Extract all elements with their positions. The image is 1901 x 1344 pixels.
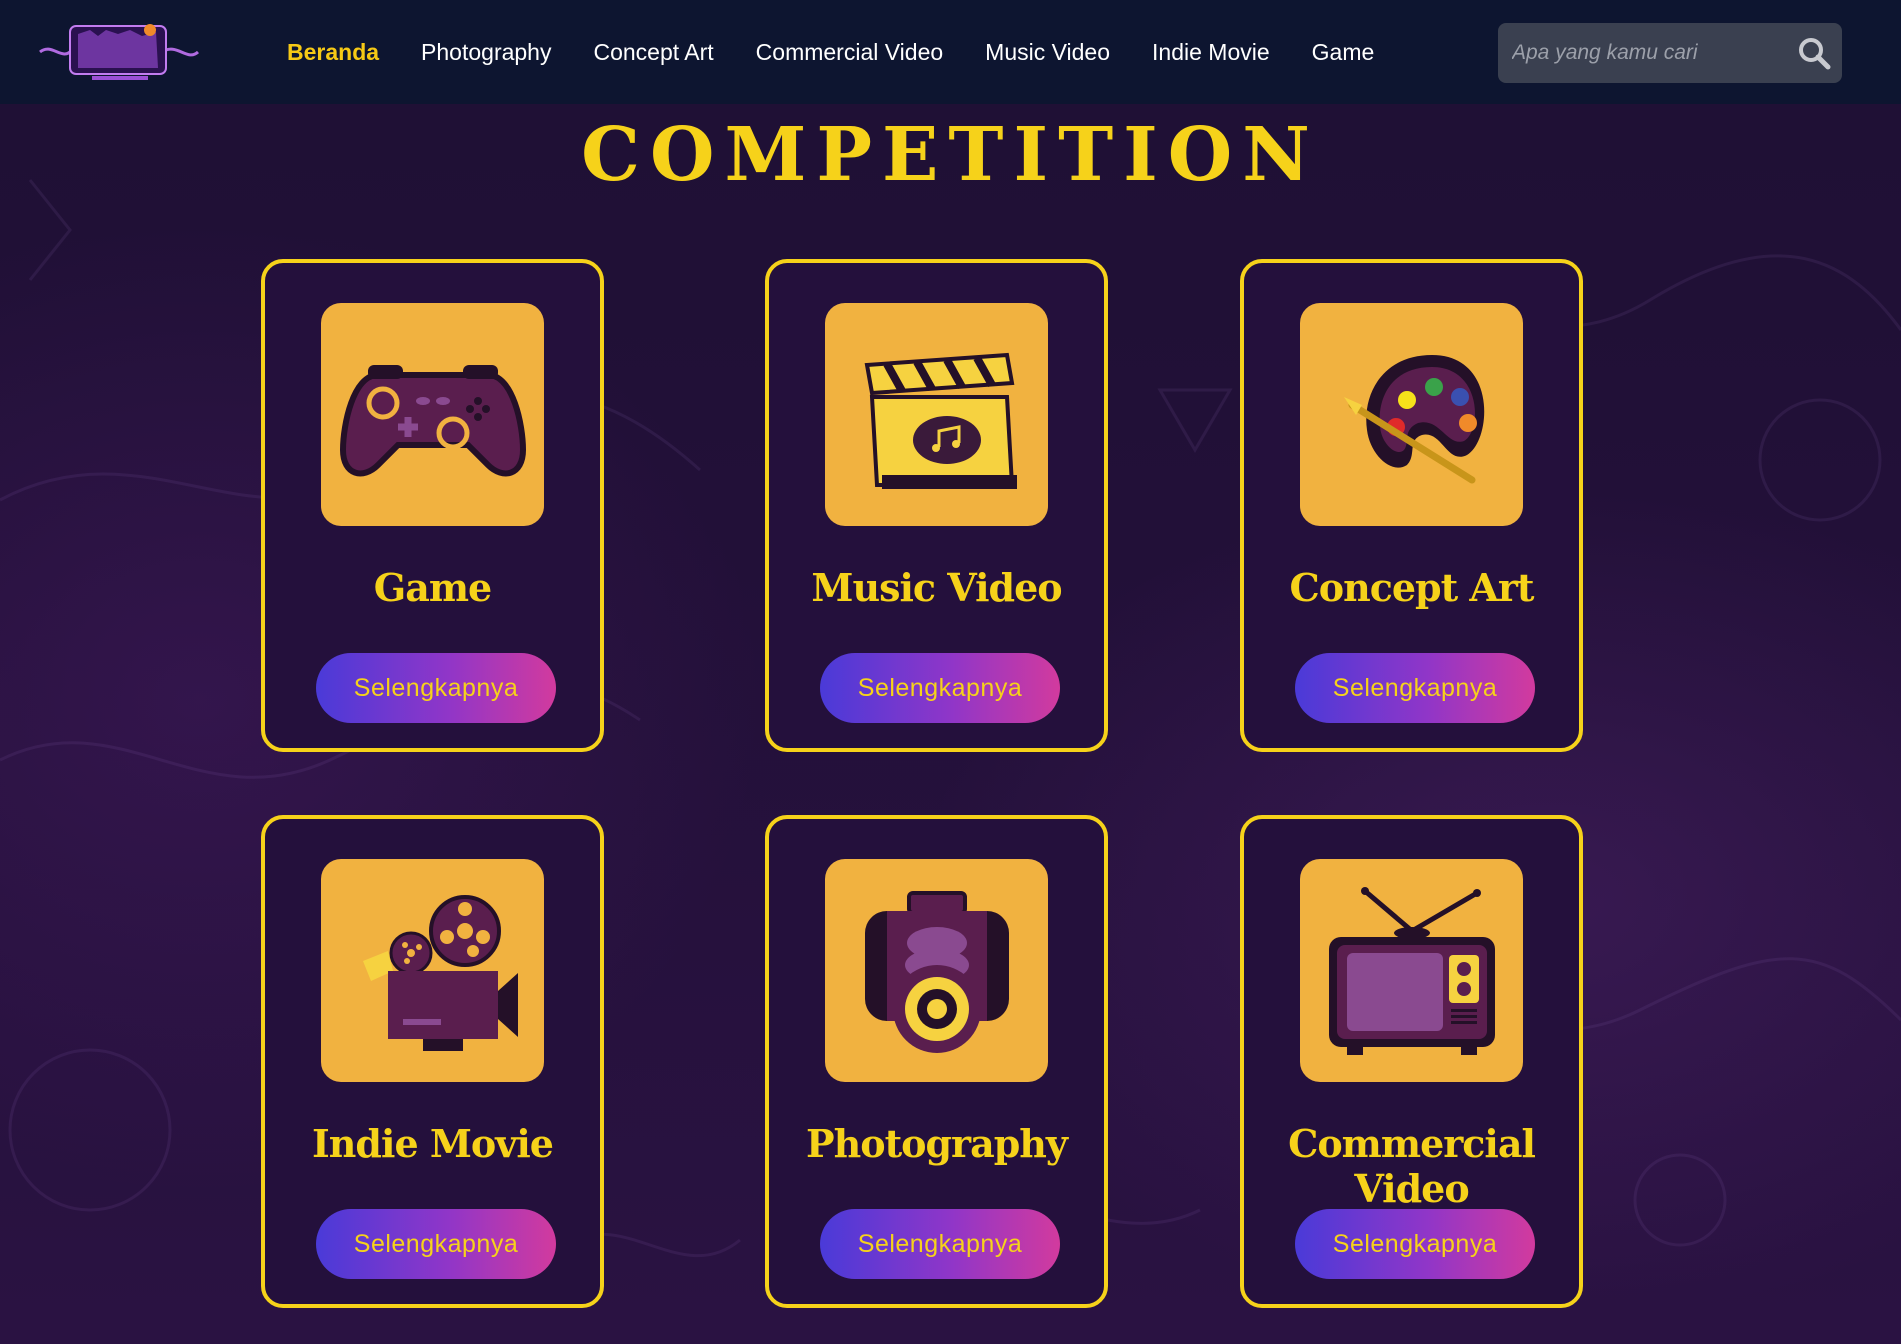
card-title: Indie Movie	[312, 1121, 554, 1166]
gamepad-icon	[339, 364, 526, 476]
card-more-button[interactable]: Selengkapnya	[820, 1209, 1060, 1279]
nav-item-photography[interactable]: Photography	[421, 39, 551, 66]
card-more-button[interactable]: Selengkapnya	[820, 653, 1060, 723]
nav-item-concept-art[interactable]: Concept Art	[593, 39, 713, 66]
card-title: Music Video	[811, 565, 1062, 610]
card-title: Photography	[806, 1121, 1068, 1166]
search-box	[1498, 23, 1842, 83]
nav-item-music-video[interactable]: Music Video	[985, 39, 1110, 66]
card-more-button[interactable]: Selengkapnya	[316, 1209, 556, 1279]
card-more-button[interactable]: Selengkapnya	[1295, 1209, 1535, 1279]
competition-card-game: Game Selengkapnya	[261, 259, 604, 752]
main-nav: Beranda Photography Concept Art Commerci…	[287, 0, 1416, 104]
card-icon-box	[1300, 859, 1523, 1082]
competition-card-photography: Photography Selengkapnya	[765, 815, 1108, 1308]
nav-item-indie-movie[interactable]: Indie Movie	[1152, 39, 1270, 66]
card-icon-box	[1300, 303, 1523, 526]
card-icon-box	[825, 303, 1048, 526]
card-icon-box	[321, 859, 544, 1082]
search-icon	[1799, 38, 1831, 70]
card-icon-box	[321, 303, 544, 526]
competition-card-concept-art: Concept Art Selengkapnya	[1240, 259, 1583, 752]
card-title: Commercial Video	[1288, 1121, 1536, 1211]
nav-item-commercial-video[interactable]: Commercial Video	[756, 39, 943, 66]
top-navbar: Beranda Photography Concept Art Commerci…	[0, 0, 1901, 104]
page-title: COMPETITION	[581, 112, 1320, 198]
nav-item-game[interactable]: Game	[1312, 39, 1375, 66]
card-title: Game	[373, 565, 492, 610]
card-title: Concept Art	[1289, 565, 1535, 610]
card-more-button[interactable]: Selengkapnya	[316, 653, 556, 723]
tv-icon	[1328, 886, 1495, 1055]
competition-card-commercial-video: Commercial Video Selengkapnya	[1240, 815, 1583, 1308]
card-icon-box	[825, 859, 1048, 1082]
camera-icon	[864, 890, 1009, 1053]
nav-item-beranda[interactable]: Beranda	[287, 39, 379, 66]
palette-icon	[1343, 354, 1484, 483]
brand-logo[interactable]	[32, 12, 202, 88]
search-button[interactable]	[1786, 23, 1842, 83]
competition-card-indie-movie: Indie Movie Selengkapnya	[261, 815, 604, 1308]
clapperboard-icon	[864, 352, 1017, 489]
film-camera-icon	[362, 894, 518, 1051]
search-input[interactable]	[1498, 23, 1786, 83]
card-more-button[interactable]: Selengkapnya	[1295, 653, 1535, 723]
competition-card-music-video: Music Video Selengkapnya	[765, 259, 1108, 752]
